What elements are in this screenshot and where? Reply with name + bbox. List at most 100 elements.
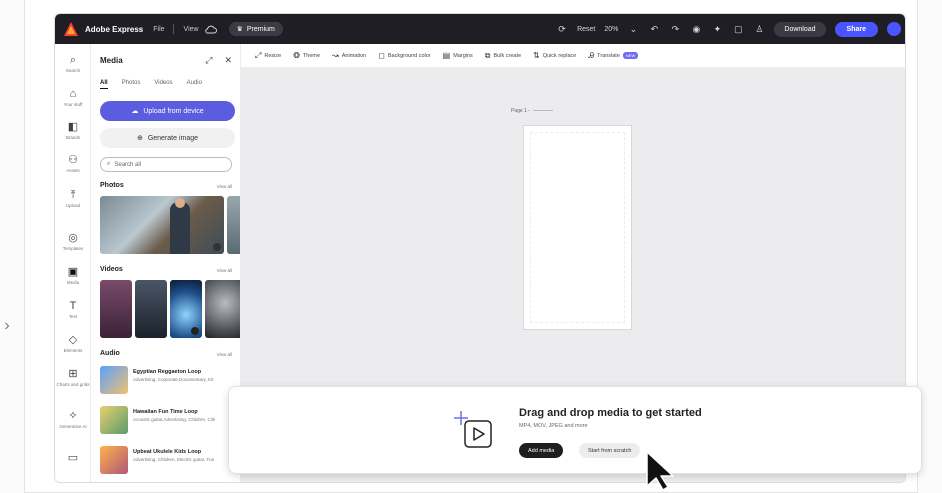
bulk-create-button[interactable]: ⧉ Bulk create: [485, 51, 521, 61]
quick-replace-button[interactable]: ⇅ Quick replace: [533, 51, 576, 60]
cloud-icon: [204, 25, 217, 34]
rail-item-more[interactable]: ▭: [55, 452, 91, 466]
upload-from-device-button[interactable]: ☁ Upload from device: [100, 101, 235, 121]
resize-icon: ⤢: [255, 50, 262, 60]
zoom-select[interactable]: 20%: [604, 26, 618, 33]
audio-item-tags: Acoustic guitar,Advertising, Children, C…: [133, 417, 216, 422]
audio-item[interactable]: Hawaiian Fun Time Loop Acoustic guitar,A…: [100, 406, 240, 438]
rail-label: Your stuff: [63, 102, 83, 107]
top-bar: Adobe Express File View ♛ Premium ⟳ Rese…: [55, 14, 905, 44]
rail-label: Text: [68, 314, 78, 319]
avatar[interactable]: [887, 22, 901, 36]
tab-all[interactable]: All: [100, 80, 108, 89]
rail-item-media[interactable]: ▣ Media: [55, 266, 91, 285]
view-menu[interactable]: View: [184, 26, 199, 33]
close-icon[interactable]: ✕: [224, 55, 232, 66]
theme-button[interactable]: ❂ Theme: [293, 51, 320, 60]
rail-item-generative-ai[interactable]: ✧ Generative AI: [55, 410, 91, 429]
left-rail: ⌕ Search ⌂ Your stuff ◧ Brands ⚇ Assets ⤒ Upl…: [55, 44, 91, 482]
tool-label: Resize: [264, 52, 282, 59]
videos-title: Videos: [100, 266, 123, 273]
audio-artwork: [100, 366, 128, 394]
rail-label: Assets: [66, 168, 80, 173]
rail-item-upload[interactable]: ⤒ Upload: [55, 189, 91, 208]
crown-icon: ♛: [236, 26, 243, 33]
folder-icon: ⌂: [69, 88, 77, 100]
animation-button[interactable]: ↝ Animation: [332, 51, 366, 60]
grid-icon: ⊞: [68, 368, 78, 380]
video-thumbnail[interactable]: [100, 280, 132, 338]
rail-item-elements[interactable]: ◇ Elements: [55, 334, 91, 353]
audio-view-all-link[interactable]: View all: [217, 352, 232, 357]
add-media-button[interactable]: Add media: [519, 443, 564, 458]
drop-media-card[interactable]: Drag and drop media to get started MP4, …: [228, 386, 922, 474]
video-thumbnail[interactable]: [135, 280, 167, 338]
background-color-button[interactable]: ◻ Background color: [378, 51, 430, 60]
rail-label: Charts and grids: [56, 382, 90, 387]
comment-icon[interactable]: ▢: [732, 23, 744, 35]
reset-button[interactable]: Reset: [577, 26, 595, 33]
audio-item-title: Upbeat Ukulele Kids Loop: [133, 449, 202, 455]
audio-item[interactable]: Upbeat Ukulele Kids Loop Advertising, Ch…: [100, 446, 240, 478]
media-panel: Media ⤢ ✕ All Photos Videos Audio ☁ Uplo…: [91, 44, 241, 482]
audio-item-tags: Advertising, Children, Electric guitar, …: [133, 457, 215, 462]
rail-item-search[interactable]: ⌕ Search: [55, 54, 91, 73]
translate-icon: Ꭿ: [588, 50, 595, 60]
mouse-cursor-icon: [646, 451, 674, 491]
expand-icon[interactable]: ⤢: [205, 55, 212, 66]
premium-button[interactable]: ♛ Premium: [228, 22, 283, 36]
audio-item[interactable]: Egyptian Reggaeton Loop Advertising, Cor…: [100, 366, 240, 398]
animation-icon: ↝: [332, 51, 339, 60]
person-icon[interactable]: ♙: [753, 23, 765, 35]
premium-label: Premium: [246, 25, 275, 33]
generate-label: Generate image: [147, 134, 199, 142]
rail-item-your-stuff[interactable]: ⌂ Your stuff: [55, 88, 91, 107]
generate-image-button[interactable]: ⊕ Generate image: [100, 128, 235, 148]
rail-item-templates[interactable]: ◎ Templates: [55, 232, 91, 251]
audio-title: Audio: [100, 350, 120, 357]
search-input[interactable]: ⌕ Search all: [100, 157, 232, 172]
collaborator-icon[interactable]: ◉: [690, 23, 702, 35]
resize-button[interactable]: ⤢ Resize: [255, 51, 281, 61]
video-thumbnail[interactable]: [205, 280, 240, 338]
rail-label: Templates: [62, 246, 84, 251]
rail-item-assets[interactable]: ⚇ Assets: [55, 154, 91, 173]
start-from-scratch-button[interactable]: Start from scratch: [579, 443, 641, 458]
tab-videos[interactable]: Videos: [154, 80, 172, 89]
photo-thumbnail[interactable]: [227, 196, 240, 254]
rail-item-text[interactable]: T Text: [55, 300, 91, 319]
undo-icon[interactable]: ↶: [648, 23, 660, 35]
translate-button[interactable]: Ꭿ Translate NEW: [588, 50, 639, 61]
tab-audio[interactable]: Audio: [187, 80, 202, 89]
redo-icon[interactable]: ↷: [669, 23, 681, 35]
tool-label: Translate: [597, 52, 620, 59]
rail-label: Media: [66, 280, 80, 285]
tool-label: Quick replace: [542, 52, 577, 59]
video-thumbnail[interactable]: [170, 280, 202, 338]
lightbulb-icon[interactable]: ✦: [711, 23, 723, 35]
quick-replace-icon: ⇅: [533, 51, 540, 60]
videos-view-all-link[interactable]: View all: [217, 268, 232, 273]
design-page[interactable]: [523, 125, 632, 330]
photos-title: Photos: [100, 182, 124, 189]
rail-item-brands[interactable]: ◧ Brands: [55, 121, 91, 140]
new-badge: NEW: [622, 52, 639, 59]
divider: [172, 24, 174, 34]
share-button[interactable]: Share: [834, 21, 878, 37]
chevron-down-icon[interactable]: ⌄: [627, 23, 639, 35]
audio-artwork: [100, 446, 128, 474]
margins-button[interactable]: ▤ Margins: [443, 51, 473, 60]
download-button[interactable]: Download: [774, 21, 826, 37]
rail-label: Elements: [63, 348, 83, 353]
rail-item-charts[interactable]: ⊞ Charts and grids: [55, 368, 91, 387]
adobe-express-logo-icon[interactable]: [63, 21, 79, 37]
file-menu[interactable]: File: [153, 26, 164, 33]
tab-photos[interactable]: Photos: [122, 80, 141, 89]
chevron-right-icon[interactable]: ›: [0, 317, 14, 335]
elements-icon: ◇: [68, 334, 78, 346]
rail-label: Brands: [65, 135, 81, 140]
tool-label: Theme: [302, 52, 321, 59]
photo-thumbnail[interactable]: [100, 196, 224, 254]
reset-icon: ⟳: [558, 24, 566, 34]
photos-view-all-link[interactable]: View all: [217, 184, 232, 189]
